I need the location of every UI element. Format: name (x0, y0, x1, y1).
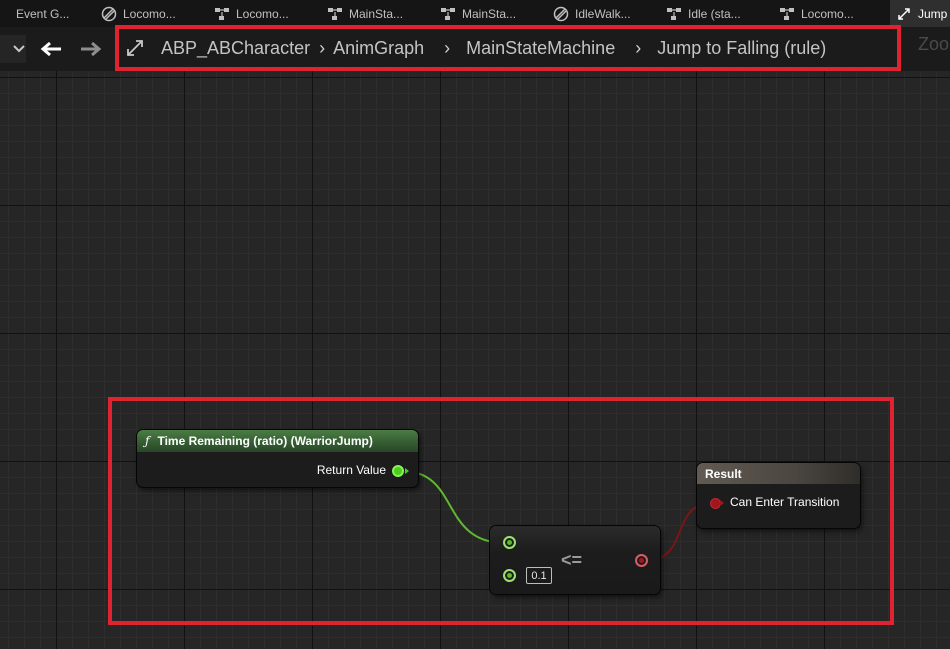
back-button[interactable] (38, 36, 64, 62)
operator-label: <= (561, 550, 583, 570)
breadcrumb-jump-to-falling[interactable]: Jump to Falling (rule) (657, 38, 826, 59)
less-equal-node[interactable]: 0.1 <= (490, 526, 660, 594)
breadcrumb-root[interactable]: ABP_ABCharacter (161, 38, 310, 59)
tab-mainstatemachine-1[interactable]: MainSta... (327, 0, 433, 27)
tab-jump-to-falling[interactable]: Jump (890, 0, 950, 27)
return-value-pin[interactable] (392, 465, 404, 477)
blendspace-icon (101, 6, 117, 22)
tab-locomotion-1[interactable]: Locomo... (101, 0, 207, 27)
time-remaining-node[interactable]: ƒ Time Remaining (ratio) (WarriorJump) R… (137, 430, 418, 487)
event-graph-icon (0, 6, 10, 22)
state-machine-icon (666, 6, 682, 22)
tab-locomotion-2[interactable]: Locomo... (214, 0, 320, 27)
chevron-down-icon (13, 45, 25, 53)
input-a-pin[interactable] (503, 536, 516, 549)
return-value-label: Return Value (316, 463, 386, 477)
forward-button[interactable] (78, 36, 104, 62)
state-machine-icon (440, 6, 456, 22)
arrow-right-icon (81, 41, 102, 57)
tab-locomotion-3[interactable]: Locomo... (779, 0, 885, 27)
transition-icon (896, 6, 912, 22)
node-title: Time Remaining (ratio) (WarriorJump) (157, 434, 373, 448)
function-icon: ƒ (145, 434, 150, 448)
arrow-left-icon (40, 41, 61, 57)
result-node[interactable]: Result Can Enter Transition (697, 463, 860, 528)
graph-canvas[interactable]: ƒ Time Remaining (ratio) (WarriorJump) R… (0, 71, 950, 649)
input-b-value-field[interactable]: 0.1 (526, 567, 552, 584)
state-machine-icon (214, 6, 230, 22)
blendspace-icon (553, 6, 569, 22)
input-b-pin[interactable] (503, 569, 516, 582)
tab-event-graph[interactable]: Event G... (0, 0, 100, 27)
chevron-right-icon: › (635, 37, 642, 58)
chevron-right-icon: › (444, 37, 451, 58)
pin-arrow-icon (405, 468, 409, 474)
node-header: Result (697, 463, 860, 484)
node-header: ƒ Time Remaining (ratio) (WarriorJump) (137, 430, 418, 452)
tab-mainstatemachine-2[interactable]: MainSta... (440, 0, 546, 27)
zoom-label: Zoo (918, 34, 950, 54)
node-title: Result (705, 466, 742, 481)
breadcrumb: ABP_ABCharacter › AnimGraph › MainStateM… (117, 27, 826, 69)
state-machine-icon (779, 6, 795, 22)
transition-icon (125, 38, 145, 58)
breadcrumb-animgraph[interactable]: AnimGraph (333, 38, 424, 59)
output-bool-pin[interactable] (635, 554, 648, 567)
tab-idlewalkrun[interactable]: IdleWalk... (553, 0, 659, 27)
tab-idle-state[interactable]: Idle (sta... (666, 0, 772, 27)
chevron-right-icon: › (319, 37, 326, 58)
pin-arrow-icon (720, 500, 724, 506)
can-enter-transition-label: Can Enter Transition (730, 495, 840, 509)
graph-dropdown-button[interactable] (0, 35, 26, 63)
graph-wires (401, 470, 713, 562)
state-machine-icon (327, 6, 343, 22)
breadcrumb-mainstatemachine[interactable]: MainStateMachine (466, 38, 615, 59)
graph-navigation-bar: ABP_ABCharacter › AnimGraph › MainStateM… (0, 27, 950, 72)
document-tab-bar: Event G... Locomo... Locomo... MainSta..… (0, 0, 950, 27)
